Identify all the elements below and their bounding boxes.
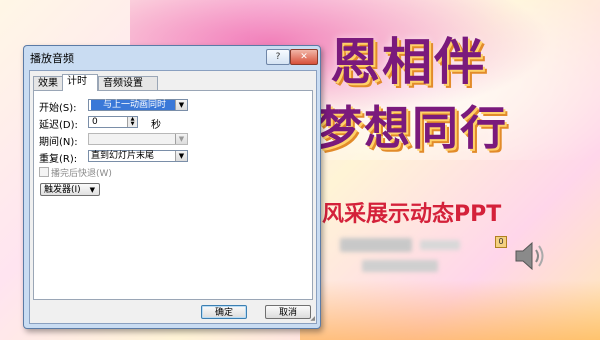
duration-label: 期间(N): <box>39 137 78 148</box>
delay-spinner[interactable]: 0 ▲ ▼ <box>88 116 138 128</box>
speaker-icon[interactable] <box>512 238 548 274</box>
dialog-client: 效果 计时 音频设置 开始(S): 与上一动画同时 ▼ 延迟(D): 0 ▲ ▼… <box>29 70 317 324</box>
chevron-down-icon: ▼ <box>89 186 95 194</box>
trigger-button[interactable]: 触发器(I) ▼ <box>40 183 100 196</box>
delay-label: 延迟(D): <box>39 120 78 131</box>
blurred-text <box>420 240 460 250</box>
close-button[interactable]: ✕ <box>290 49 318 65</box>
slide-subtitle: 风采展示动态PPT <box>322 202 502 227</box>
ok-button[interactable]: 确定 <box>201 305 247 319</box>
blurred-text <box>340 238 412 252</box>
start-select[interactable]: 与上一动画同时 ▼ <box>88 99 188 111</box>
rewind-label: 播完后快退(W) <box>51 169 112 179</box>
duration-select: ▼ <box>88 133 188 145</box>
crowd-silhouette <box>300 280 600 340</box>
dialog-titlebar[interactable]: 播放音频 ? ✕ <box>24 46 320 68</box>
start-label: 开始(S): <box>39 103 77 114</box>
rewind-checkbox <box>39 167 49 177</box>
tab-audio-settings[interactable]: 音频设置 <box>98 76 158 90</box>
animation-order-badge[interactable]: 0 <box>495 236 507 248</box>
slide-title-line2: 梦想同行 <box>316 101 508 155</box>
tab-timing[interactable]: 计时 <box>62 74 98 91</box>
repeat-label: 重复(R): <box>39 154 78 165</box>
spin-down-icon[interactable]: ▼ <box>128 122 137 127</box>
timing-panel: 开始(S): 与上一动画同时 ▼ 延迟(D): 0 ▲ ▼ 秒 期间(N): ▼… <box>33 90 313 300</box>
chevron-down-icon: ▼ <box>175 134 187 144</box>
blurred-text <box>362 260 438 272</box>
trigger-label: 触发器(I) <box>44 185 81 195</box>
help-button[interactable]: ? <box>266 49 290 65</box>
tab-effect[interactable]: 效果 <box>33 76 63 90</box>
repeat-select[interactable]: 直到幻灯片末尾 ▼ <box>88 150 188 162</box>
delay-unit: 秒 <box>151 120 161 131</box>
play-audio-dialog: 播放音频 ? ✕ 效果 计时 音频设置 开始(S): 与上一动画同时 ▼ 延迟(… <box>23 45 321 329</box>
chevron-down-icon[interactable]: ▼ <box>175 151 187 161</box>
delay-value: 0 <box>92 117 98 127</box>
slide-title-line1: 恩相伴 <box>330 33 486 91</box>
start-value: 与上一动画同时 <box>91 100 179 110</box>
spinner-buttons: ▲ ▼ <box>127 117 137 127</box>
repeat-value: 直到幻灯片末尾 <box>91 151 155 161</box>
cancel-button[interactable]: 取消 <box>265 305 311 319</box>
chevron-down-icon[interactable]: ▼ <box>175 100 187 110</box>
dialog-title: 播放音频 <box>30 52 74 65</box>
resize-grip-icon[interactable]: ◢ <box>310 315 315 322</box>
